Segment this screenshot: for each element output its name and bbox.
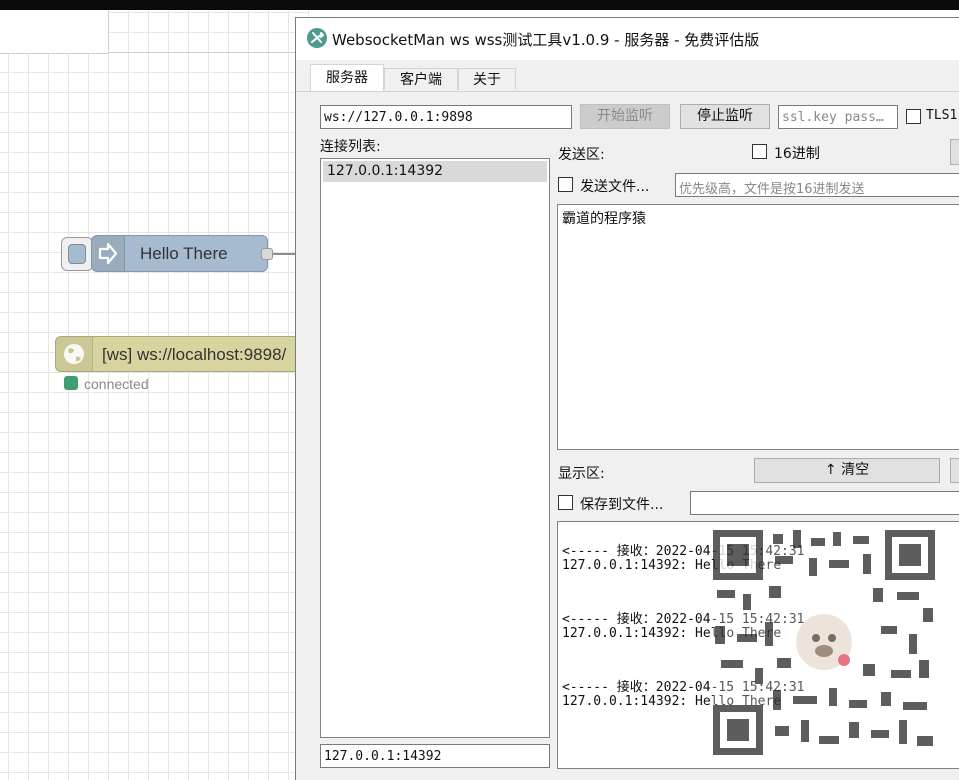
server-address-input[interactable]: ws://127.0.0.1:9898 (320, 105, 572, 129)
window-title: WebsocketMan ws wss测试工具v1.0.9 - 服务器 - 免费… (332, 31, 760, 49)
tab-server[interactable]: 服务器 (310, 64, 384, 92)
connections-list[interactable]: 127.0.0.1:14392 (320, 158, 550, 738)
tab-bar: 服务器 客户端 关于 (296, 60, 959, 92)
tls-checkbox[interactable] (906, 109, 921, 124)
top-edge (0, 0, 959, 10)
flow-tab[interactable] (0, 10, 109, 54)
websocket-node-label: [ws] ws://localhost:9898/ (102, 345, 287, 364)
hex-checkbox[interactable] (752, 144, 767, 159)
app-icon (306, 27, 328, 49)
display-area-label: 显示区: (558, 466, 605, 482)
inject-output-port[interactable] (261, 248, 273, 260)
status-text: connected (84, 376, 149, 392)
save-to-file-checkbox[interactable] (558, 495, 573, 510)
flow-canvas[interactable] (0, 10, 310, 780)
save-file-path-input[interactable] (690, 491, 959, 515)
tab-panel-border (296, 91, 959, 92)
extra-display-button[interactable] (950, 458, 959, 483)
inject-node-label: Hello There (140, 244, 228, 263)
tab-about[interactable]: 关于 (458, 68, 516, 90)
inject-trigger-button[interactable] (61, 237, 93, 271)
hex-label: 16进制 (774, 146, 820, 162)
title-bar[interactable]: WebsocketMan ws wss测试工具v1.0.9 - 服务器 - 免费… (296, 18, 959, 60)
arrow-right-icon (92, 236, 125, 271)
qr-code-watermark (713, 530, 935, 755)
inject-node[interactable]: Hello There (91, 235, 268, 272)
status-indicator (64, 376, 78, 390)
selected-connection-field[interactable]: 127.0.0.1:14392 (320, 744, 550, 768)
websocket-out-node[interactable]: [ws] ws://localhost:9898/ (55, 336, 300, 372)
send-file-checkbox[interactable] (558, 177, 573, 192)
stop-listen-button[interactable]: 停止监听 (680, 104, 770, 129)
send-file-path-input[interactable]: 优先级高，文件是按16进制发送 (675, 173, 959, 197)
arrow-up-icon: ↑ (824, 462, 837, 478)
ssl-key-password-input[interactable]: ssl.key pass… (778, 105, 898, 129)
send-message-textarea[interactable]: 霸道的程序猿 (557, 204, 959, 450)
tab-client[interactable]: 客户端 (384, 68, 458, 90)
connections-label: 连接列表: (320, 139, 381, 155)
clear-button-label: 清空 (841, 462, 870, 478)
flow-wire (273, 253, 297, 255)
send-area-label: 发送区: (558, 147, 605, 163)
globe-icon (56, 337, 93, 371)
start-listen-button[interactable]: 开始监听 (580, 104, 670, 129)
inject-trigger-icon (68, 244, 86, 264)
tabbar-divider (108, 52, 308, 53)
save-to-file-label: 保存到文件... (580, 497, 664, 513)
tls-label: TLS1 (926, 108, 958, 123)
send-button[interactable] (950, 139, 959, 165)
list-item[interactable]: 127.0.0.1:14392 (323, 161, 547, 182)
clear-button[interactable]: ↑ 清空 (754, 458, 940, 483)
send-file-label: 发送文件... (580, 179, 650, 195)
